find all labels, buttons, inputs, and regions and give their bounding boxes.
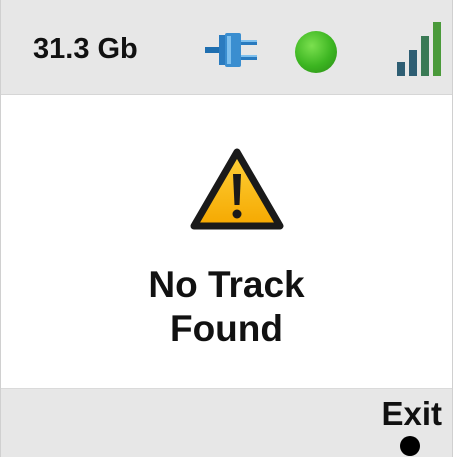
- storage-indicator: 31.3 Gb: [33, 33, 138, 65]
- exit-softkey[interactable]: Exit: [370, 395, 442, 457]
- usb-plug-icon: [205, 33, 257, 67]
- no-track-message: No Track Found: [1, 263, 452, 351]
- message-line-2: Found: [169, 308, 283, 349]
- message-line-1: No Track: [148, 264, 305, 305]
- signal-strength-icon: [397, 22, 441, 76]
- device-screen: 31.3 Gb No Track Found Exit: [0, 0, 453, 457]
- softkey-dot-icon: [400, 436, 420, 456]
- softkey-bar: Exit: [1, 388, 452, 457]
- exit-label: Exit: [381, 395, 442, 432]
- main-content: No Track Found: [1, 95, 452, 388]
- status-bar: 31.3 Gb: [1, 0, 452, 95]
- status-dot-icon: [295, 31, 337, 73]
- warning-triangle-icon: [190, 148, 284, 230]
